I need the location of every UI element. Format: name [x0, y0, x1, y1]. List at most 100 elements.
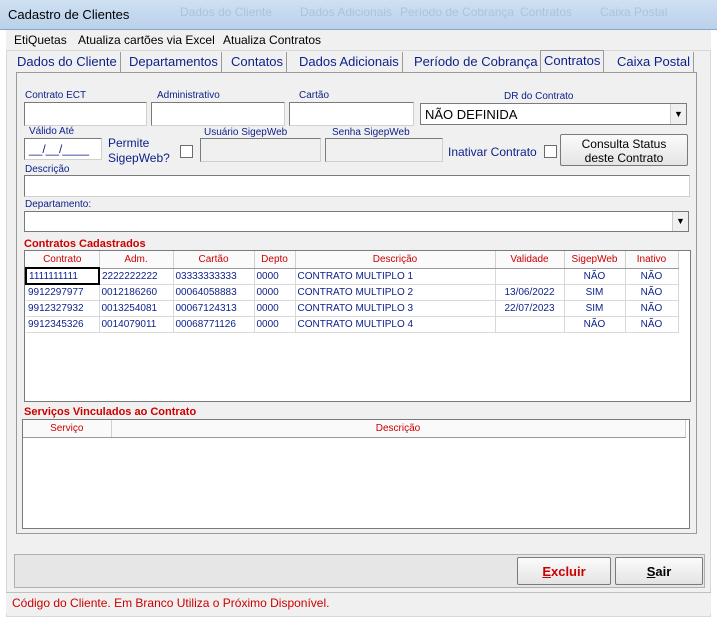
tab-contratos[interactable]: Contratos: [540, 50, 605, 72]
dr-contrato-value: NÃO DEFINIDA: [425, 107, 518, 122]
status-bar: Código do Cliente. Em Branco Utiliza o P…: [6, 592, 711, 614]
cell-cartao[interactable]: 03333333333: [173, 268, 255, 285]
contrato-ect-input[interactable]: [24, 102, 147, 126]
servicos-grid[interactable]: Serviço Descrição: [22, 419, 690, 529]
descricao-label: Descrição: [25, 164, 70, 175]
dr-contrato-select[interactable]: NÃO DEFINIDA ▼: [420, 103, 687, 125]
cell-depto[interactable]: 0000: [254, 284, 296, 301]
cell-depto[interactable]: 0000: [254, 316, 296, 333]
tab-periodo-cobranca[interactable]: Período de Cobrança: [411, 52, 542, 72]
cell-validade[interactable]: 22/07/2023: [495, 300, 565, 317]
servicos-section-title: Serviços Vinculados ao Contrato: [24, 406, 197, 418]
cell-contrato[interactable]: 9912297977: [26, 284, 100, 301]
chevron-down-icon[interactable]: ▼: [670, 104, 686, 124]
col-servico-descricao[interactable]: Descrição: [111, 420, 686, 438]
valido-ate-label: Válido Até: [29, 126, 75, 137]
tab-contatos[interactable]: Contatos: [228, 52, 288, 72]
cell-inativo[interactable]: NÃO: [625, 316, 679, 333]
col-cartao[interactable]: Cartão: [173, 251, 255, 269]
cell-depto[interactable]: 0000: [254, 300, 296, 317]
cell-contrato[interactable]: 9912327932: [26, 300, 100, 317]
senha-sigepweb-input[interactable]: [325, 138, 443, 162]
ghost-title-4: Contratos: [520, 5, 573, 19]
administrativo-input[interactable]: [151, 102, 285, 126]
cell-cartao[interactable]: 00067124313: [173, 300, 255, 317]
ghost-title-3: Período de Cobrança: [400, 5, 515, 19]
excluir-label: xcluir: [550, 564, 586, 579]
usuario-sigepweb-input[interactable]: [200, 138, 321, 162]
col-adm[interactable]: Adm.: [99, 251, 174, 269]
table-row[interactable]: 9912327932 0013254081 00067124313 0000 C…: [26, 300, 679, 317]
consulta-status-label-2: deste Contrato: [584, 151, 664, 165]
col-contrato[interactable]: Contrato: [26, 251, 100, 269]
cell-sigepweb[interactable]: SIM: [564, 284, 626, 301]
cell-validade[interactable]: 13/06/2022: [495, 284, 565, 301]
cartao-label: Cartão: [299, 90, 330, 101]
inativar-contrato-checkbox[interactable]: [544, 145, 557, 158]
table-row[interactable]: 9912345326 0014079011 00068771126 0000 C…: [26, 316, 679, 333]
inativar-contrato-label: Inativar Contrato: [448, 145, 537, 159]
excluir-button[interactable]: Excluir: [517, 557, 611, 585]
consulta-status-button[interactable]: Consulta Status deste Contrato: [560, 134, 688, 166]
col-validade[interactable]: Validade: [495, 251, 565, 269]
cell-adm[interactable]: 0014079011: [99, 316, 174, 333]
cell-contrato[interactable]: 1111111111: [25, 267, 100, 285]
window-title: Cadastro de Clientes: [8, 7, 130, 22]
permite-sigepweb-checkbox[interactable]: [180, 145, 193, 158]
contrato-ect-label: Contrato ECT: [25, 90, 87, 101]
departamento-select[interactable]: ▼: [24, 211, 689, 232]
administrativo-label: Administrativo: [157, 90, 220, 101]
tab-dados-adicionais[interactable]: Dados Adicionais: [296, 52, 403, 72]
usuario-sigepweb-label: Usuário SigepWeb: [204, 127, 288, 138]
ghost-title-2: Dados Adicionais: [300, 5, 393, 19]
contratos-grid[interactable]: Contrato Adm. Cartão Depto Descrição Val…: [24, 250, 691, 402]
tab-caixa-postal[interactable]: Caixa Postal: [614, 52, 694, 72]
ghost-title-5: Caixa Postal: [600, 5, 668, 19]
table-row[interactable]: 9912297977 0012186260 00064058883 0000 C…: [26, 284, 679, 301]
col-descricao[interactable]: Descrição: [295, 251, 496, 269]
status-text: Código do Cliente. Em Branco Utiliza o P…: [12, 596, 330, 610]
menu-atualiza-cartoes[interactable]: Atualiza cartões via Excel: [78, 33, 215, 47]
cell-adm[interactable]: 0013254081: [99, 300, 174, 317]
sair-label: air: [655, 564, 672, 579]
contratos-section-title: Contratos Cadastrados: [24, 238, 146, 250]
cell-adm[interactable]: 0012186260: [99, 284, 174, 301]
col-servico[interactable]: Serviço: [23, 420, 112, 438]
cell-inativo[interactable]: NÃO: [625, 268, 679, 285]
menu-atualiza-contratos[interactable]: Atualiza Contratos: [223, 33, 321, 47]
cell-validade[interactable]: [495, 316, 565, 333]
menu-etiquetas[interactable]: EtiQuetas: [14, 33, 67, 47]
cell-cartao[interactable]: 00068771126: [173, 316, 255, 333]
cartao-input[interactable]: [289, 102, 414, 126]
departamento-label: Departamento:: [25, 199, 92, 210]
descricao-input[interactable]: [24, 175, 690, 197]
tab-dados-do-cliente[interactable]: Dados do Cliente: [14, 52, 121, 72]
cell-validade[interactable]: [495, 268, 565, 285]
cell-descricao[interactable]: CONTRATO MULTIPLO 3: [295, 300, 496, 317]
sair-button[interactable]: Sair: [615, 557, 703, 585]
valido-ate-input[interactable]: __/__/____: [24, 138, 102, 160]
permite-label-2: SigepWeb?: [108, 151, 170, 165]
senha-sigepweb-label: Senha SigepWeb: [332, 127, 410, 138]
cell-inativo[interactable]: NÃO: [625, 300, 679, 317]
col-sigepweb[interactable]: SigepWeb: [564, 251, 626, 269]
cell-descricao[interactable]: CONTRATO MULTIPLO 1: [295, 268, 496, 285]
servicos-header-row: Serviço Descrição: [23, 420, 686, 438]
cell-cartao[interactable]: 00064058883: [173, 284, 255, 301]
excluir-hotkey: E: [542, 564, 551, 579]
ghost-title-1: Dados do Cliente: [180, 5, 273, 19]
cell-sigepweb[interactable]: SIM: [564, 300, 626, 317]
cell-adm[interactable]: 2222222222: [99, 268, 174, 285]
cell-descricao[interactable]: CONTRATO MULTIPLO 2: [295, 284, 496, 301]
cell-descricao[interactable]: CONTRATO MULTIPLO 4: [295, 316, 496, 333]
col-inativo[interactable]: Inativo: [625, 251, 679, 269]
cell-sigepweb[interactable]: NÃO: [564, 316, 626, 333]
cell-sigepweb[interactable]: NÃO: [564, 268, 626, 285]
cell-depto[interactable]: 0000: [254, 268, 296, 285]
cell-inativo[interactable]: NÃO: [625, 284, 679, 301]
col-depto[interactable]: Depto: [254, 251, 296, 269]
tab-departamentos[interactable]: Departamentos: [126, 52, 222, 72]
table-row[interactable]: 1111111111 2222222222 03333333333 0000 C…: [25, 267, 679, 285]
cell-contrato[interactable]: 9912345326: [26, 316, 100, 333]
chevron-down-icon[interactable]: ▼: [672, 212, 688, 231]
